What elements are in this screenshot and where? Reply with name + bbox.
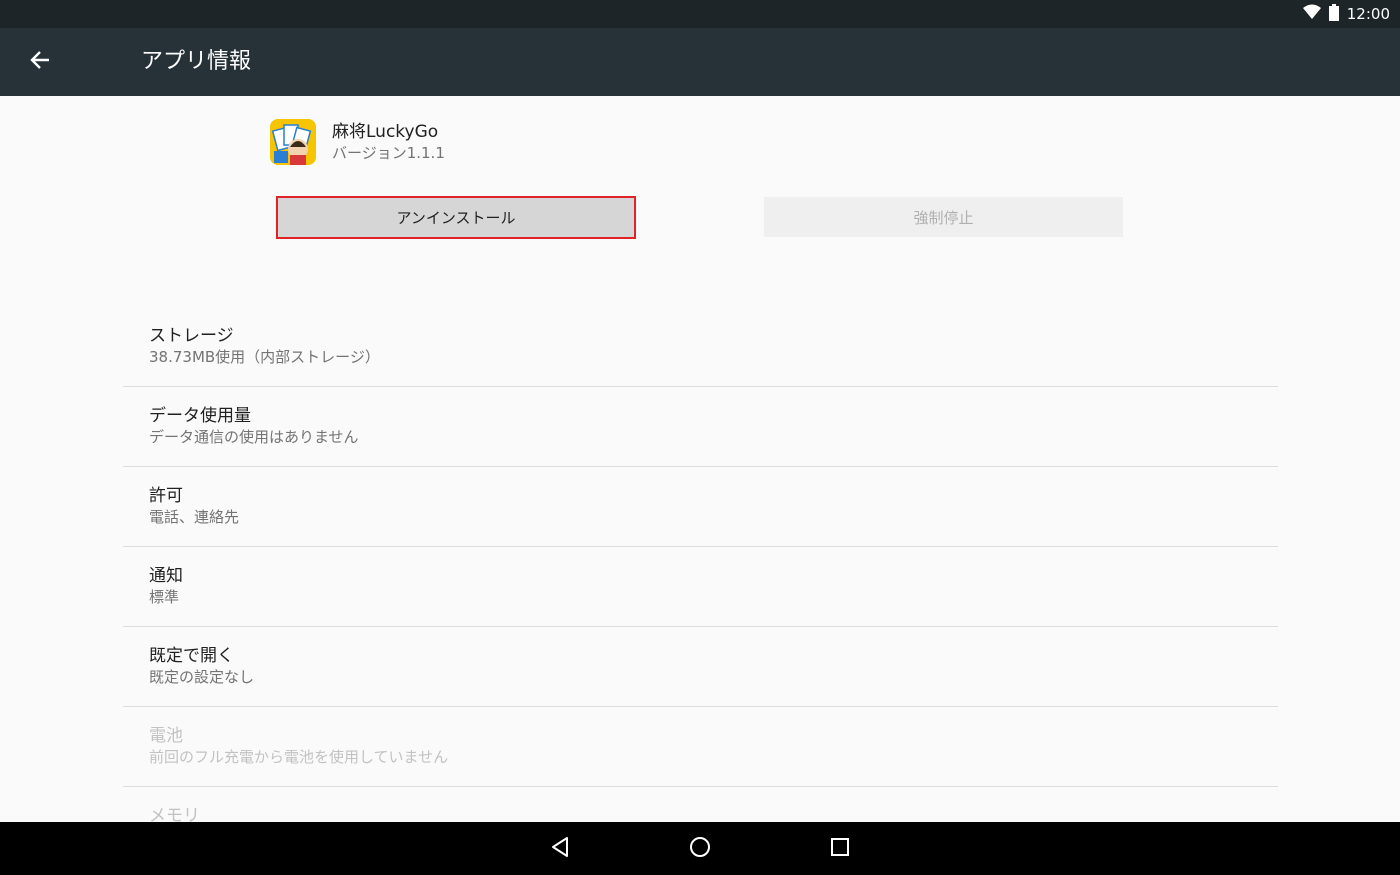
app-icon	[270, 119, 316, 165]
status-icons: 12:00	[1302, 0, 1390, 28]
status-bar: 12:00	[0, 0, 1400, 28]
settings-item-subtitle: 38.73MB使用（内部ストレージ）	[149, 348, 380, 366]
settings-list: ストレージ 38.73MB使用（内部ストレージ） データ使用量 データ通信の使用…	[123, 307, 1278, 822]
settings-item-memory: メモリ	[123, 787, 1278, 822]
nav-back-button[interactable]	[540, 830, 580, 867]
settings-item-title: 通知	[149, 566, 183, 586]
settings-item-subtitle: データ通信の使用はありません	[149, 428, 359, 446]
settings-item-battery: 電池 前回のフル充電から電池を使用していません	[123, 707, 1278, 787]
app-texts: 麻将LuckyGo バージョン1.1.1	[332, 121, 445, 163]
force-stop-button[interactable]: 強制停止	[764, 197, 1123, 237]
settings-item-title: 電池	[149, 726, 183, 746]
app-info-content: 麻将LuckyGo バージョン1.1.1 アンインストール 強制停止 ストレージ…	[0, 96, 1400, 822]
settings-item-storage[interactable]: ストレージ 38.73MB使用（内部ストレージ）	[123, 307, 1278, 387]
settings-item-subtitle: 既定の設定なし	[149, 668, 255, 686]
back-triangle-icon	[549, 836, 571, 862]
uninstall-button[interactable]: アンインストール	[276, 196, 636, 239]
settings-item-title: 既定で開く	[149, 646, 234, 666]
settings-item-title: ストレージ	[149, 326, 234, 346]
app-bar: アプリ情報	[0, 28, 1400, 96]
battery-icon	[1328, 3, 1339, 25]
app-name: 麻将LuckyGo	[332, 122, 439, 142]
settings-item-data-usage[interactable]: データ使用量 データ通信の使用はありません	[123, 387, 1278, 467]
settings-item-subtitle: 前回のフル充電から電池を使用していません	[149, 748, 449, 766]
settings-item-title: データ使用量	[149, 406, 251, 426]
home-circle-icon	[689, 836, 711, 862]
settings-item-open-by-default[interactable]: 既定で開く 既定の設定なし	[123, 627, 1278, 707]
nav-recents-button[interactable]	[820, 830, 860, 867]
nav-home-button[interactable]	[680, 830, 720, 867]
settings-item-title: メモリ	[149, 806, 200, 822]
wifi-icon	[1302, 4, 1321, 24]
settings-item-notifications[interactable]: 通知 標準	[123, 547, 1278, 627]
status-time: 12:00	[1346, 5, 1390, 23]
app-version: バージョン1.1.1	[332, 144, 445, 162]
app-header: 麻将LuckyGo バージョン1.1.1	[270, 118, 445, 166]
navigation-bar	[0, 822, 1400, 875]
settings-item-subtitle: 標準	[149, 588, 180, 606]
recents-square-icon	[830, 837, 850, 861]
back-button[interactable]	[20, 42, 60, 82]
settings-item-subtitle: 電話、連絡先	[149, 508, 240, 526]
page-title: アプリ情報	[141, 49, 252, 74]
settings-item-permissions[interactable]: 許可 電話、連絡先	[123, 467, 1278, 547]
settings-item-title: 許可	[149, 486, 183, 506]
arrow-left-icon	[29, 49, 51, 75]
